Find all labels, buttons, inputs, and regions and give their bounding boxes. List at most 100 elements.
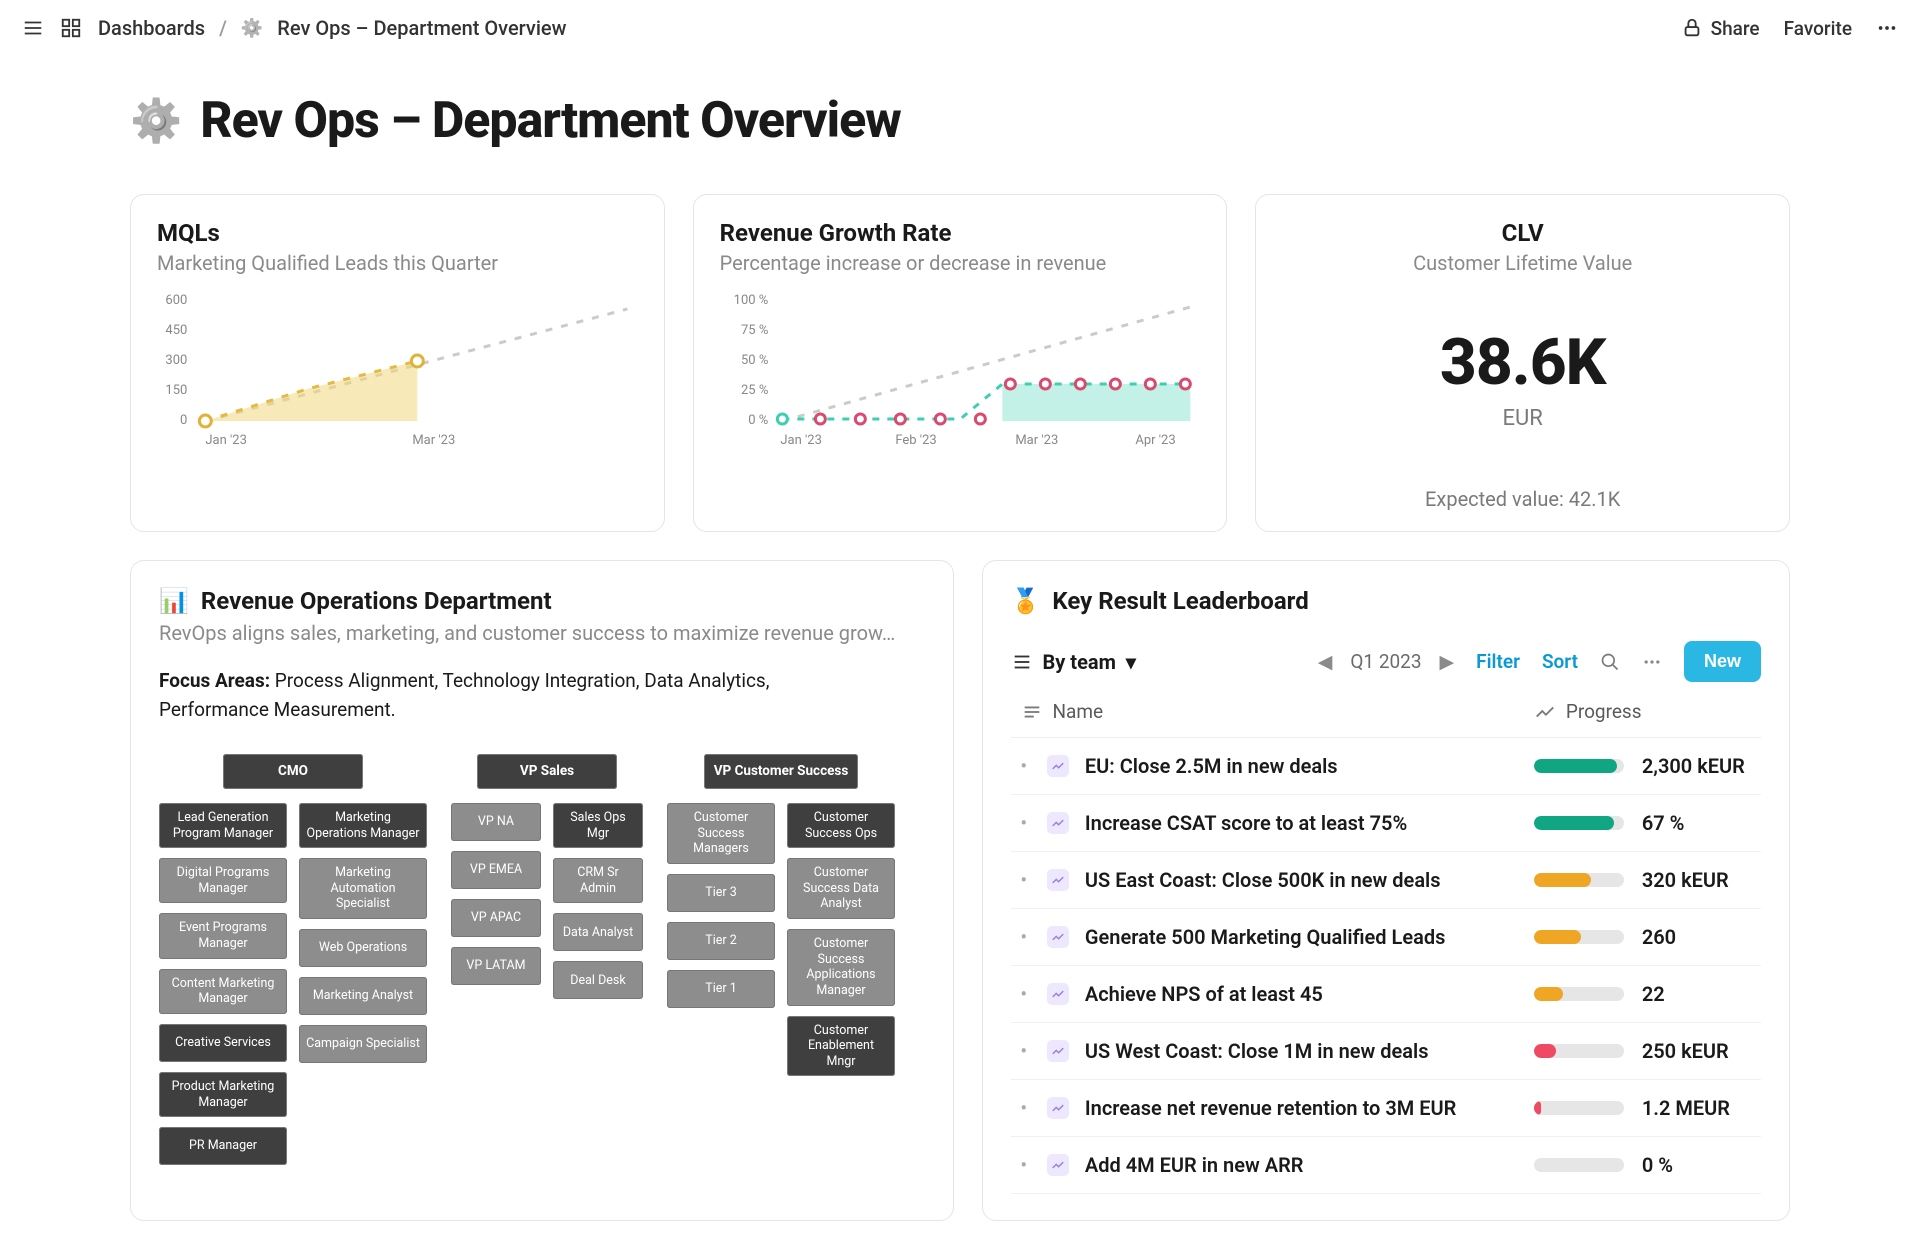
- org-box: Marketing Automation Specialist: [299, 858, 427, 919]
- leaderboard-row[interactable]: •US East Coast: Close 500K in new deals3…: [1011, 852, 1762, 909]
- topbar-right: Share Favorite: [1681, 17, 1898, 40]
- kpi-chart-icon: [1047, 755, 1069, 777]
- search-icon[interactable]: [1600, 652, 1620, 672]
- org-vpsales: VP Sales VP NA VP EMEA VP APAC VP LATAM …: [451, 754, 643, 999]
- ytick: 300: [165, 353, 187, 368]
- row-value: 260: [1642, 925, 1676, 949]
- ytick: 25 %: [741, 383, 768, 398]
- period-prev[interactable]: ◀: [1318, 650, 1333, 673]
- org-box: Marketing Analyst: [299, 977, 427, 1015]
- org-top-cmo: CMO: [223, 754, 363, 789]
- row-value: 67 %: [1642, 811, 1685, 835]
- org-top-vcs: VP Customer Success: [704, 754, 859, 789]
- org-box: Web Operations: [299, 929, 427, 967]
- row-value: 250 kEUR: [1642, 1039, 1729, 1063]
- period-label[interactable]: Q1 2023: [1350, 650, 1421, 673]
- favorite-button[interactable]: Favorite: [1784, 17, 1852, 40]
- leaderboard-row[interactable]: •EU: Close 2.5M in new deals2,300 kEUR: [1011, 738, 1762, 795]
- leaderboard-row[interactable]: •Generate 500 Marketing Qualified Leads2…: [1011, 909, 1762, 966]
- row-value: 1.2 MEUR: [1642, 1096, 1730, 1120]
- kpi-chart-icon: [1047, 812, 1069, 834]
- dashboard-grid-icon[interactable]: [60, 17, 82, 39]
- org-cmo-left: Lead Generation Program Manager Digital …: [159, 803, 287, 1165]
- period-nav: ◀ Q1 2023 ▶: [1318, 650, 1454, 673]
- page-icon: ⚙️: [241, 18, 263, 39]
- row-value: 22: [1642, 982, 1665, 1006]
- topbar: Dashboards / ⚙️ Rev Ops – Department Ove…: [0, 0, 1920, 56]
- org-box: Customer Enablement Mngr: [787, 1016, 895, 1077]
- bullet-icon: •: [1021, 813, 1027, 834]
- filter-button[interactable]: Filter: [1476, 650, 1520, 673]
- card-growth-sub: Percentage increase or decrease in reven…: [720, 251, 1201, 275]
- org-cmo: CMO Lead Generation Program Manager Digi…: [159, 754, 427, 1165]
- kpi-chart-icon: [1047, 1154, 1069, 1176]
- leaderboard-header: 🏅 Key Result Leaderboard: [1011, 587, 1762, 615]
- org-vpsales-left: VP NA VP EMEA VP APAC VP LATAM: [451, 803, 541, 1000]
- card-growth[interactable]: Revenue Growth Rate Percentage increase …: [693, 194, 1228, 532]
- leaderboard-row[interactable]: •Add 4M EUR in new ARR0 %: [1011, 1137, 1762, 1194]
- xtick: Mar '23: [1015, 433, 1058, 448]
- card-mqls[interactable]: MQLs Marketing Qualified Leads this Quar…: [130, 194, 665, 532]
- org-box: PR Manager: [159, 1127, 287, 1165]
- progress-bar: [1534, 1158, 1624, 1172]
- bar-chart-icon: 📊: [159, 587, 189, 615]
- menu-icon[interactable]: [22, 17, 44, 39]
- org-box: Customer Success Data Analyst: [787, 858, 895, 919]
- breadcrumb-root[interactable]: Dashboards: [98, 16, 205, 40]
- clv-value: 38.6K: [1440, 325, 1606, 400]
- column-name[interactable]: Name: [1021, 700, 1534, 723]
- row-name: EU: Close 2.5M in new deals: [1085, 754, 1338, 778]
- xtick: Feb '23: [895, 433, 936, 448]
- progress-bar: [1534, 816, 1624, 830]
- org-box: Sales Ops Mgr: [553, 803, 643, 848]
- leaderboard-row[interactable]: •Increase net revenue retention to 3M EU…: [1011, 1080, 1762, 1137]
- growth-chart: 100 % 75 % 50 % 25 % 0 %: [720, 289, 1201, 449]
- list-icon: [1011, 651, 1033, 673]
- xtick: Jan '23: [780, 433, 822, 448]
- new-button[interactable]: New: [1684, 641, 1761, 682]
- card-clv[interactable]: CLV Customer Lifetime Value 38.6K EUR Ex…: [1255, 194, 1790, 532]
- progress-bar: [1534, 759, 1624, 773]
- row-name: US East Coast: Close 500K in new deals: [1085, 868, 1441, 892]
- more-icon[interactable]: [1642, 652, 1662, 672]
- breadcrumb-title[interactable]: Rev Ops – Department Overview: [277, 16, 566, 40]
- medal-icon: 🏅: [1011, 587, 1041, 615]
- growth-area: [1002, 384, 1190, 421]
- period-next[interactable]: ▶: [1440, 650, 1455, 673]
- kpi-chart-icon: [1047, 1097, 1069, 1119]
- column-progress[interactable]: Progress: [1534, 700, 1751, 723]
- org-cmo-right: Marketing Operations Manager Marketing A…: [299, 803, 427, 1165]
- progress-bar: [1534, 930, 1624, 944]
- share-label: Share: [1711, 17, 1760, 40]
- card-growth-title: Revenue Growth Rate: [720, 219, 1201, 247]
- favorite-label: Favorite: [1784, 17, 1852, 40]
- more-menu-icon[interactable]: [1876, 17, 1898, 39]
- bullet-icon: •: [1021, 870, 1027, 891]
- progress-bar: [1534, 873, 1624, 887]
- mqls-chart-svg: 600 450 300 150 0 Jan '23 Mar '23: [157, 289, 638, 449]
- sort-button[interactable]: Sort: [1542, 650, 1578, 673]
- lock-icon: [1681, 17, 1703, 39]
- leaderboard-toolbar-right: ◀ Q1 2023 ▶ Filter Sort New: [1318, 641, 1761, 682]
- revops-header-text: Revenue Operations Department: [201, 587, 552, 615]
- leaderboard-toolbar: By team ▾ ◀ Q1 2023 ▶ Filter Sort: [1011, 641, 1762, 682]
- growth-chart-svg: 100 % 75 % 50 % 25 % 0 %: [720, 289, 1201, 449]
- leaderboard-row[interactable]: •US West Coast: Close 1M in new deals250…: [1011, 1023, 1762, 1080]
- leaderboard-row[interactable]: •Achieve NPS of at least 4522: [1011, 966, 1762, 1023]
- kpi-chart-icon: [1047, 1040, 1069, 1062]
- share-button[interactable]: Share: [1681, 17, 1760, 40]
- focus-label: Focus Areas:: [159, 669, 270, 692]
- kpi-chart-icon: [1047, 983, 1069, 1005]
- leaderboard-row[interactable]: •Increase CSAT score to at least 75%67 %: [1011, 795, 1762, 852]
- progress-bar: [1534, 1101, 1624, 1115]
- breadcrumb-sep: /: [219, 16, 227, 40]
- kpi-chart-icon: [1047, 869, 1069, 891]
- org-box: Digital Programs Manager: [159, 858, 287, 903]
- chart-line-icon: [1534, 701, 1556, 723]
- bottom-row: 📊 Revenue Operations Department RevOps a…: [130, 560, 1790, 1221]
- ytick: 50 %: [741, 353, 768, 368]
- bullet-icon: •: [1021, 1155, 1027, 1176]
- topbar-left: Dashboards / ⚙️ Rev Ops – Department Ove…: [22, 16, 566, 40]
- lines-icon: [1021, 701, 1043, 723]
- view-selector[interactable]: By team ▾: [1011, 650, 1136, 674]
